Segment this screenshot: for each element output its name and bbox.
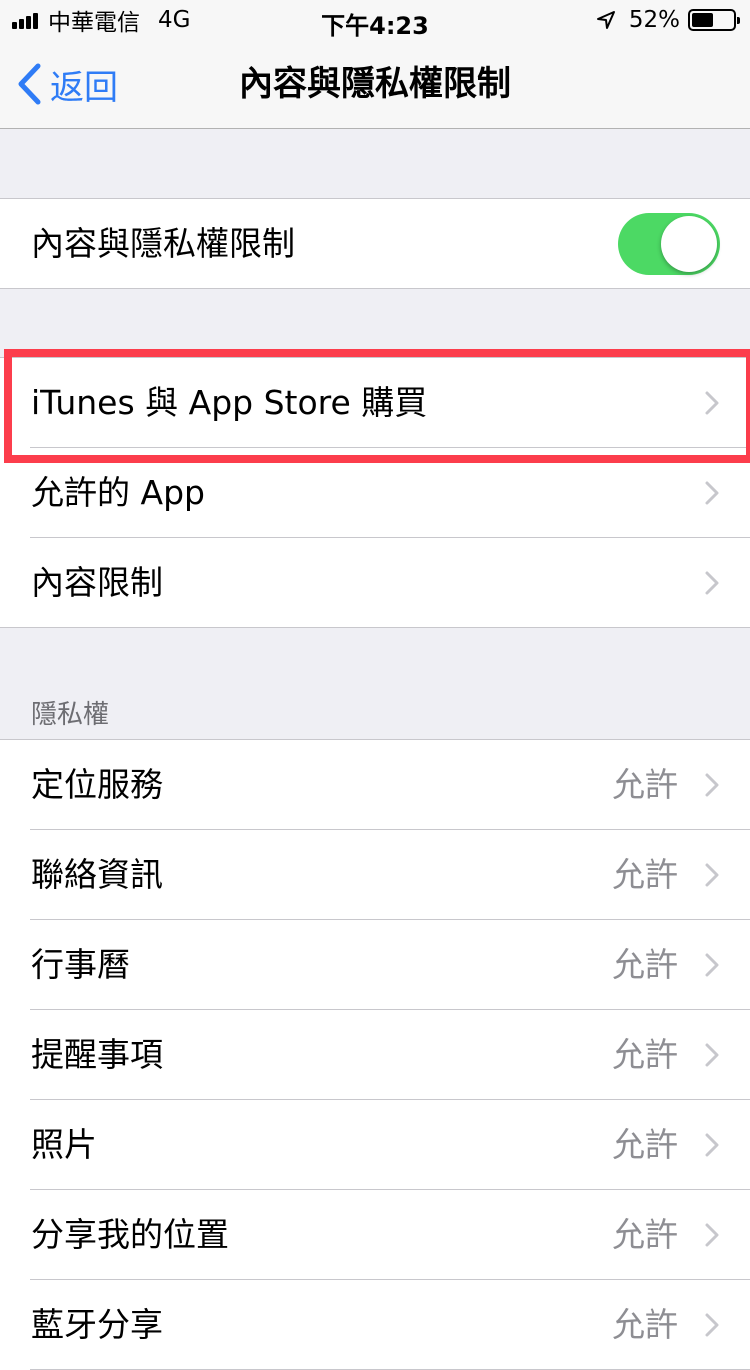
row-label: 聯絡資訊: [31, 855, 163, 894]
battery-icon: [688, 9, 740, 31]
status-bar: 中華電信 4G 下午4:23 52%: [0, 0, 750, 40]
divider: [0, 627, 750, 628]
privacy-group: 定位服務 允許 聯絡資訊 允許 行事曆 允許 提醒事項 允許 照片 允許 分享我…: [0, 739, 750, 1370]
row-label: 提醒事項: [31, 1035, 163, 1074]
navigation-bar: 內容與隱私權限制 返回: [0, 40, 750, 129]
content-privacy-toggle[interactable]: [618, 213, 720, 275]
row-label: 藍牙分享: [31, 1305, 163, 1344]
allowed-apps-row[interactable]: 允許的 App: [0, 448, 750, 538]
chevron-right-icon: [705, 1223, 719, 1247]
chevron-right-icon: [705, 481, 719, 505]
chevron-right-icon: [705, 863, 719, 887]
row-label: 內容限制: [31, 563, 163, 602]
row-value: 允許: [612, 855, 678, 894]
row-value: 允許: [612, 1125, 678, 1164]
location-arrow-icon: [596, 11, 615, 29]
chevron-right-icon: [705, 391, 719, 415]
contacts-row[interactable]: 聯絡資訊 允許: [0, 830, 750, 920]
row-value: 允許: [612, 945, 678, 984]
toggle-knob: [661, 216, 717, 272]
back-button[interactable]: 返回: [16, 62, 118, 108]
reminders-row[interactable]: 提醒事項 允許: [0, 1010, 750, 1100]
content-privacy-toggle-row: 內容與隱私權限制: [0, 199, 750, 289]
row-label: 分享我的位置: [31, 1215, 229, 1254]
battery-percent: 52%: [628, 7, 680, 33]
divider: [0, 288, 750, 289]
calendars-row[interactable]: 行事曆 允許: [0, 920, 750, 1010]
privacy-section-header: 隱私權: [31, 700, 110, 730]
content-restrictions-row[interactable]: 內容限制: [0, 538, 750, 628]
battery-fill: [692, 13, 713, 27]
photos-row[interactable]: 照片 允許: [0, 1100, 750, 1190]
row-value: 允許: [612, 1035, 678, 1074]
row-label: 照片: [31, 1125, 97, 1164]
row-label: iTunes 與 App Store 購買: [31, 383, 428, 422]
chevron-right-icon: [705, 773, 719, 797]
row-label: 定位服務: [31, 765, 163, 804]
chevron-right-icon: [705, 953, 719, 977]
chevron-right-icon: [705, 571, 719, 595]
toggle-label: 內容與隱私權限制: [31, 224, 295, 263]
row-label: 行事曆: [31, 945, 130, 984]
row-value: 允許: [612, 765, 678, 804]
chevron-left-icon: [18, 63, 41, 105]
store-group: iTunes 與 App Store 購買 允許的 App 內容限制: [0, 357, 750, 628]
location-services-row[interactable]: 定位服務 允許: [0, 740, 750, 830]
bluetooth-sharing-row[interactable]: 藍牙分享 允許: [0, 1280, 750, 1370]
chevron-right-icon: [705, 1043, 719, 1067]
status-right: 52%: [595, 6, 740, 34]
share-my-location-row[interactable]: 分享我的位置 允許: [0, 1190, 750, 1280]
chevron-right-icon: [705, 1133, 719, 1157]
itunes-app-store-purchases-row[interactable]: iTunes 與 App Store 購買: [0, 358, 750, 448]
main-toggle-group: 內容與隱私權限制: [0, 198, 750, 289]
back-label: 返回: [50, 67, 118, 108]
row-value: 允許: [612, 1305, 678, 1344]
row-value: 允許: [612, 1215, 678, 1254]
chevron-right-icon: [705, 1313, 719, 1337]
row-label: 允許的 App: [31, 473, 205, 512]
battery-cap: [737, 17, 740, 24]
